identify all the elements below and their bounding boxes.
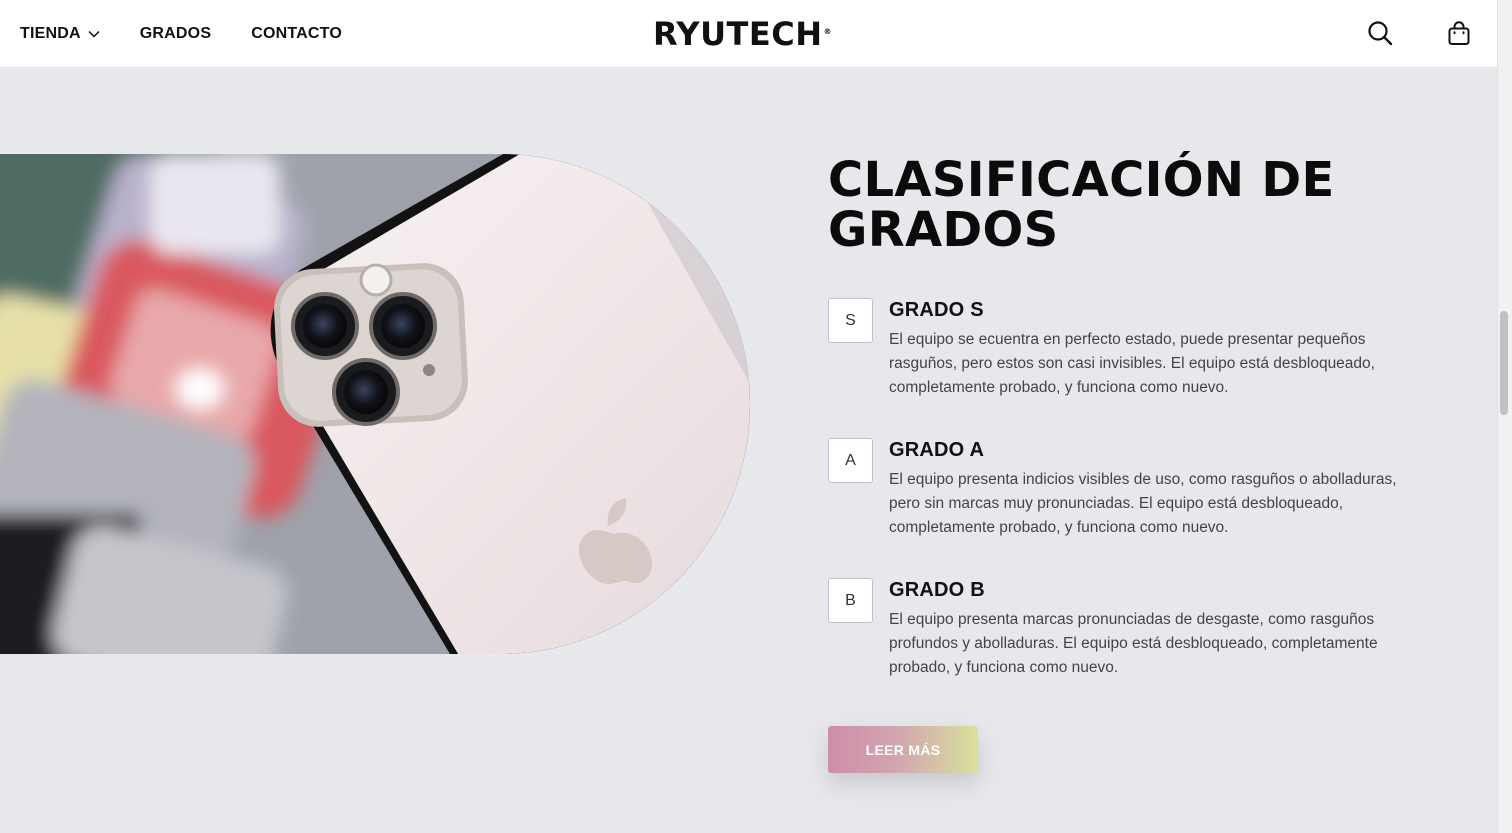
nav-contacto-label: CONTACTO bbox=[251, 24, 342, 42]
section-title: CLASIFICACIÓN DE GRADOS bbox=[828, 155, 1428, 255]
nav-tienda-label: TIENDA bbox=[20, 24, 81, 42]
shopping-bag-icon[interactable] bbox=[1446, 20, 1472, 46]
grade-badge: B bbox=[828, 578, 873, 623]
brand-logo[interactable]: RYUTECH® bbox=[653, 14, 832, 54]
grade-description: El equipo presenta marcas pronunciadas d… bbox=[889, 611, 1378, 676]
registered-mark: ® bbox=[823, 27, 832, 36]
read-more-button[interactable]: LEER MÁS bbox=[828, 726, 978, 773]
grade-badge: S bbox=[828, 298, 873, 343]
page-scrollbar[interactable] bbox=[1497, 0, 1512, 833]
grade-badge: A bbox=[828, 438, 873, 483]
scrollbar-thumb[interactable] bbox=[1500, 311, 1508, 415]
section-title-line2: GRADOS bbox=[828, 202, 1059, 258]
brand-logo-text: RYUTECH bbox=[653, 15, 823, 53]
nav-grados-label: GRADOS bbox=[139, 24, 212, 42]
site-header: TIENDA GRADOS CONTACTO RYUTECH® bbox=[0, 0, 1497, 68]
grade-title: GRADO A bbox=[889, 439, 985, 461]
hero-phone-image bbox=[0, 154, 750, 654]
search-icon[interactable] bbox=[1367, 20, 1393, 46]
grade-description: El equipo se ecuentra en perfecto estado… bbox=[889, 331, 1375, 396]
grade-title: GRADO S bbox=[889, 299, 984, 321]
chevron-down-icon bbox=[88, 30, 100, 38]
grade-title: GRADO B bbox=[889, 579, 985, 601]
section-title-line1: CLASIFICACIÓN DE bbox=[828, 152, 1335, 208]
nav-tienda[interactable]: TIENDA bbox=[20, 25, 100, 43]
nav-contacto[interactable]: CONTACTO bbox=[251, 25, 342, 43]
main-nav: TIENDA GRADOS CONTACTO bbox=[20, 0, 382, 67]
grade-description: El equipo presenta indicios visibles de … bbox=[889, 471, 1397, 536]
nav-grados[interactable]: GRADOS bbox=[140, 25, 211, 43]
